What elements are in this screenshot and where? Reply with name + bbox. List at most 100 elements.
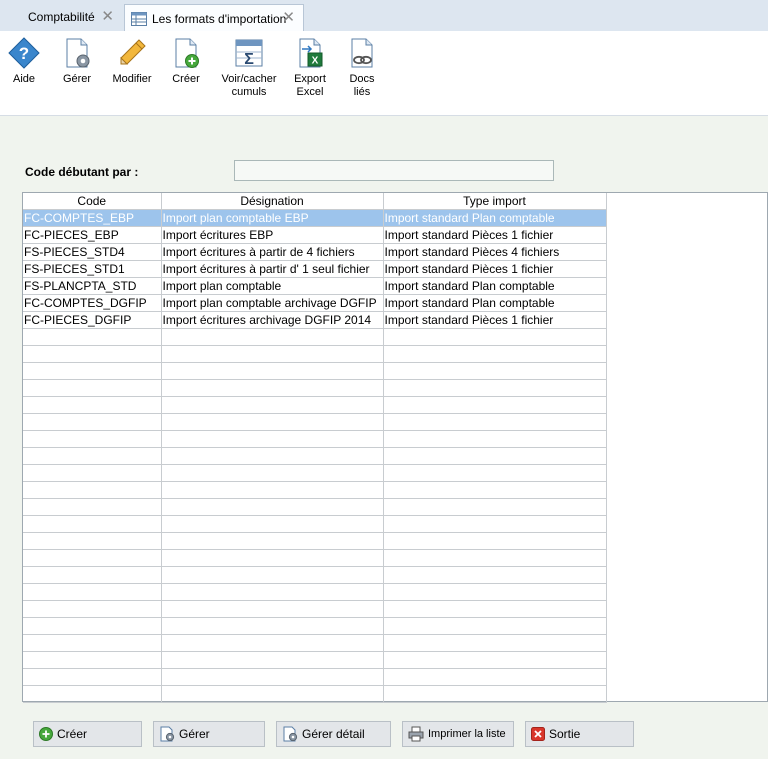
- tab-comptabilite[interactable]: Comptabilité ✕: [14, 4, 122, 30]
- empty-table-row[interactable]: [23, 532, 607, 550]
- empty-cell: [23, 532, 162, 550]
- cell-code: FS-PIECES_STD4: [23, 243, 162, 261]
- cell-code: FC-COMPTES_DGFIP: [23, 294, 162, 312]
- close-icon[interactable]: ✕: [282, 10, 295, 26]
- empty-cell: [383, 430, 607, 448]
- empty-cell: [23, 549, 162, 567]
- empty-cell: [23, 379, 162, 397]
- grid-body: FC-COMPTES_EBP Import plan comptable EBP I…: [23, 209, 607, 703]
- empty-table-row[interactable]: [23, 413, 607, 431]
- export-excel-button[interactable]: X Export Excel: [290, 37, 330, 99]
- empty-cell: [23, 583, 162, 601]
- imprimer-liste-button[interactable]: Imprimer la liste: [402, 721, 514, 747]
- empty-cell: [161, 328, 384, 346]
- svg-text:?: ?: [19, 44, 29, 63]
- empty-table-row[interactable]: [23, 430, 607, 448]
- empty-table-row[interactable]: [23, 685, 607, 703]
- table-row[interactable]: FC-PIECES_EBP Import écritures EBP Import …: [23, 226, 607, 244]
- gerer-detail-label: Gérer détail: [302, 727, 365, 741]
- close-icon[interactable]: ✕: [101, 9, 114, 25]
- empty-table-row[interactable]: [23, 498, 607, 516]
- empty-table-row[interactable]: [23, 447, 607, 465]
- empty-cell: [23, 566, 162, 584]
- empty-table-row[interactable]: [23, 345, 607, 363]
- creer-button[interactable]: Créer: [168, 37, 204, 86]
- svg-text:X: X: [312, 56, 319, 67]
- column-header-designation[interactable]: Désignation: [161, 193, 384, 210]
- empty-table-row[interactable]: [23, 549, 607, 567]
- cell-designation: Import écritures à partir d' 1 seul fich…: [161, 260, 384, 278]
- pencil-icon: [120, 39, 146, 65]
- empty-cell: [383, 515, 607, 533]
- creer-bottom-button[interactable]: Créer: [33, 721, 142, 747]
- table-row[interactable]: FC-PIECES_DGFIP Import écritures archivag…: [23, 311, 607, 329]
- cell-type-import: Import standard Plan comptable: [383, 294, 607, 312]
- creer-bottom-label: Créer: [57, 727, 88, 741]
- empty-table-row[interactable]: [23, 481, 607, 499]
- code-filter-label: Code débutant par :: [25, 165, 139, 179]
- cell-type-import: Import standard Pièces 1 fichier: [383, 311, 607, 329]
- cell-designation: Import écritures archivage DGFIP 2014: [161, 311, 384, 329]
- empty-cell: [161, 345, 384, 363]
- empty-cell: [23, 345, 162, 363]
- document-add-icon: [175, 38, 199, 68]
- empty-cell: [383, 600, 607, 618]
- table-row[interactable]: FS-PIECES_STD4 Import écritures à partir …: [23, 243, 607, 261]
- empty-cell: [161, 447, 384, 465]
- voir-cacher-label-line1: Voir/cacher: [221, 73, 277, 85]
- empty-cell: [161, 396, 384, 414]
- empty-table-row[interactable]: [23, 396, 607, 414]
- table-icon: [131, 11, 147, 26]
- gerer-button[interactable]: Gérer: [58, 37, 96, 86]
- gerer-bottom-button[interactable]: Gérer: [153, 721, 265, 747]
- modifier-button[interactable]: Modifier: [110, 37, 154, 86]
- empty-table-row[interactable]: [23, 515, 607, 533]
- empty-cell: [383, 583, 607, 601]
- document-gear-icon: [160, 726, 175, 742]
- document-gear-icon: [283, 726, 298, 742]
- empty-cell: [161, 651, 384, 669]
- empty-cell: [23, 464, 162, 482]
- sortie-button[interactable]: Sortie: [525, 721, 634, 747]
- gerer-detail-button[interactable]: Gérer détail: [276, 721, 391, 747]
- empty-table-row[interactable]: [23, 600, 607, 618]
- gerer-label: Gérer: [62, 73, 92, 85]
- empty-table-row[interactable]: [23, 668, 607, 686]
- tab-formats-importation[interactable]: Les formats d'importation ✕: [124, 4, 304, 32]
- cell-designation: Import plan comptable: [161, 277, 384, 295]
- empty-table-row[interactable]: [23, 566, 607, 584]
- empty-table-row[interactable]: [23, 583, 607, 601]
- column-header-code[interactable]: Code: [23, 193, 162, 210]
- empty-cell: [161, 362, 384, 380]
- cell-code: FC-PIECES_DGFIP: [23, 311, 162, 329]
- table-row[interactable]: FS-PIECES_STD1 Import écritures à partir …: [23, 260, 607, 278]
- cell-code: FC-COMPTES_EBP: [23, 209, 162, 227]
- column-header-type-import[interactable]: Type import: [383, 193, 607, 210]
- empty-cell: [161, 464, 384, 482]
- empty-cell: [23, 396, 162, 414]
- empty-table-row[interactable]: [23, 464, 607, 482]
- empty-table-row[interactable]: [23, 651, 607, 669]
- cell-designation: Import plan comptable EBP: [161, 209, 384, 227]
- aide-button[interactable]: ? Aide: [6, 37, 42, 86]
- empty-cell: [161, 413, 384, 431]
- code-filter-input[interactable]: [234, 160, 554, 181]
- cell-type-import: Import standard Plan comptable: [383, 277, 607, 295]
- empty-table-row[interactable]: [23, 617, 607, 635]
- empty-table-row[interactable]: [23, 362, 607, 380]
- docs-lies-button[interactable]: Docs liés: [344, 37, 380, 99]
- tab-bar: Comptabilité ✕ Les formats d'importation…: [0, 0, 768, 32]
- cell-code: FS-PLANCPTA_STD: [23, 277, 162, 295]
- tab-comptabilite-label: Comptabilité: [28, 10, 95, 24]
- table-row[interactable]: FC-COMPTES_EBP Import plan comptable EBP I…: [23, 209, 607, 227]
- docs-label-line1: Docs: [349, 73, 375, 85]
- linked-documents-icon: [351, 38, 373, 68]
- empty-table-row[interactable]: [23, 328, 607, 346]
- voir-cacher-cumuls-button[interactable]: Σ Voir/cacher cumuls: [218, 37, 280, 99]
- empty-cell: [161, 617, 384, 635]
- table-row[interactable]: FS-PLANCPTA_STD Import plan comptable Impo…: [23, 277, 607, 295]
- empty-table-row[interactable]: [23, 634, 607, 652]
- table-row[interactable]: FC-COMPTES_DGFIP Import plan comptable ar…: [23, 294, 607, 312]
- excel-export-icon: X: [299, 38, 323, 68]
- empty-table-row[interactable]: [23, 379, 607, 397]
